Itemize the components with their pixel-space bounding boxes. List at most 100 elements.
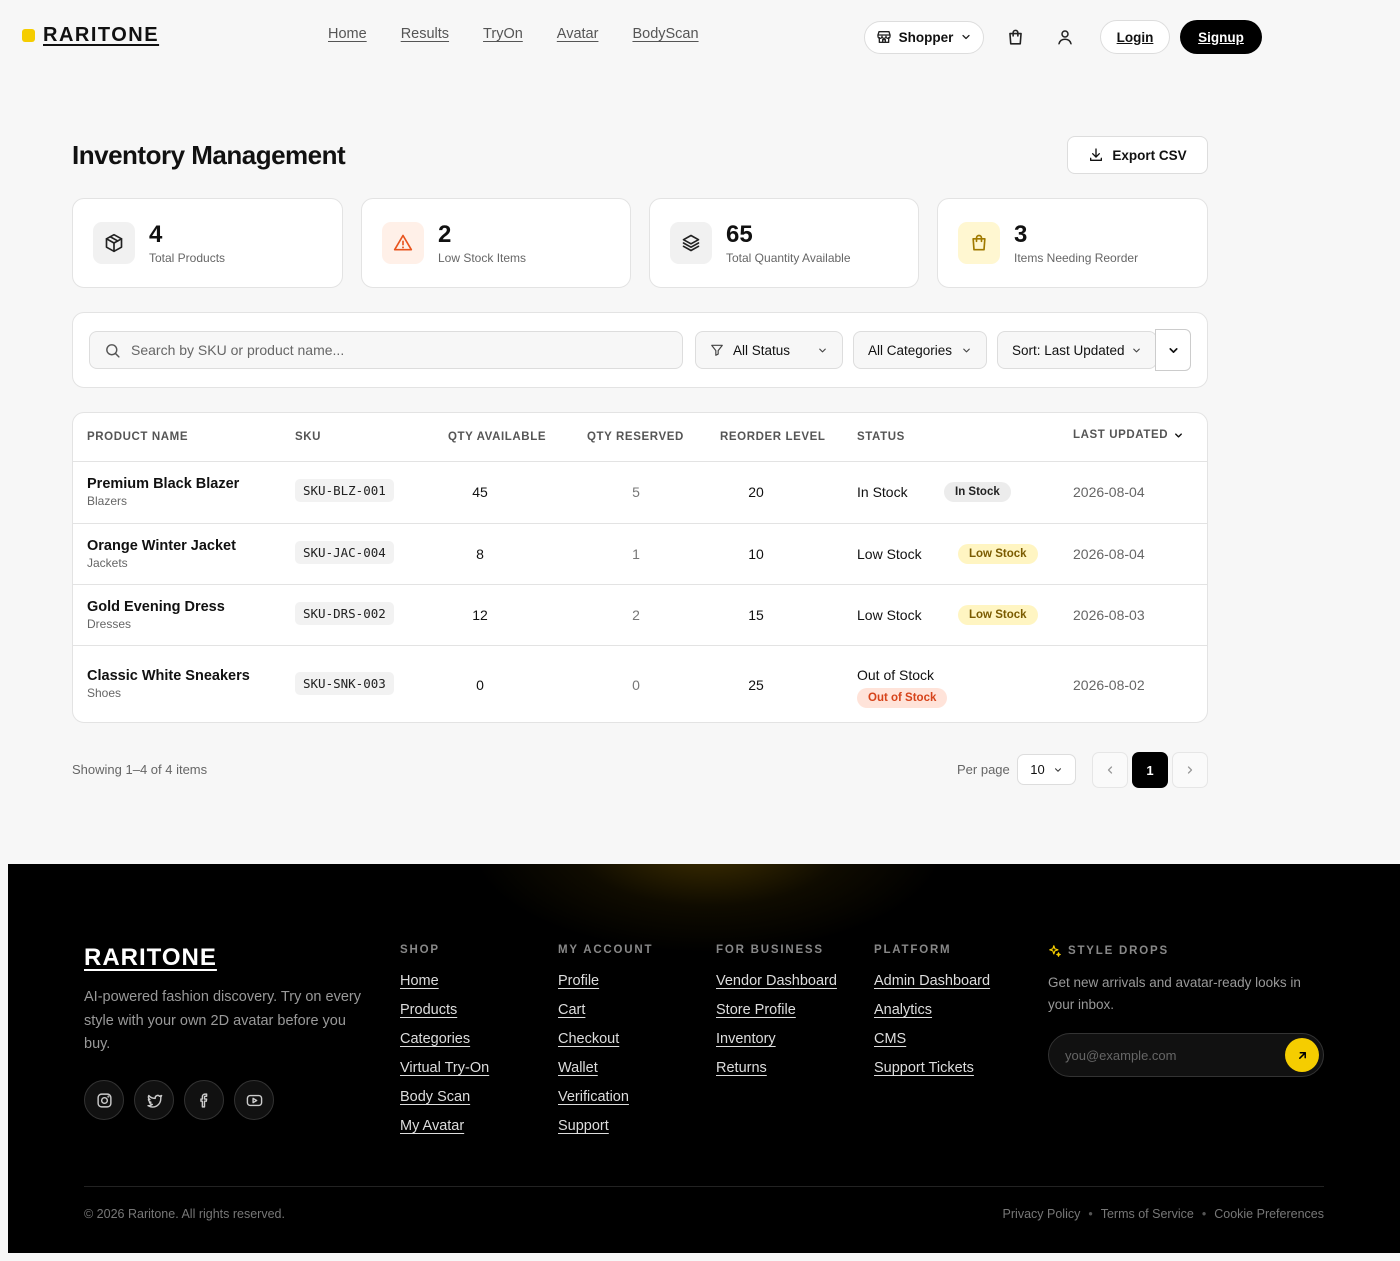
nav-avatar[interactable]: Avatar — [557, 26, 599, 42]
instagram-link[interactable] — [84, 1080, 124, 1120]
newsletter-title: STYLE DROPS — [1068, 945, 1169, 957]
legal-links: Privacy Policy • Terms of Service • Cook… — [1003, 1207, 1324, 1221]
brand-name[interactable]: RARITONE — [43, 24, 159, 47]
footer-link-store-profile[interactable]: Store Profile — [716, 1001, 837, 1019]
separator-dot: • — [1088, 1207, 1093, 1221]
sku-code: SKU-JAC-004 — [295, 541, 394, 564]
qty-available: 12 — [472, 607, 488, 623]
col-header-status[interactable]: STATUS — [857, 413, 905, 462]
status-filter-value: All Status — [733, 342, 791, 358]
status-filter-select[interactable]: All Status — [695, 331, 843, 369]
account-button[interactable] — [1047, 19, 1083, 55]
signup-button[interactable]: Signup — [1180, 20, 1262, 54]
facebook-icon — [196, 1092, 213, 1109]
table-row[interactable]: Orange Winter Jacket Jackets SKU-JAC-004… — [73, 523, 1207, 584]
qty-reserved: 0 — [632, 677, 640, 693]
footer-link-support[interactable]: Support — [558, 1117, 653, 1135]
footer-link-categories[interactable]: Categories — [400, 1030, 489, 1048]
footer-link-inventory[interactable]: Inventory — [716, 1030, 837, 1048]
footer-link-checkout[interactable]: Checkout — [558, 1030, 653, 1048]
product-category: Dresses — [87, 617, 132, 631]
arrow-up-right-icon — [1296, 1049, 1309, 1062]
col-header-product-name[interactable]: PRODUCT NAME — [87, 413, 188, 462]
product-category: Blazers — [87, 494, 128, 508]
footer-col-platform: PLATFORM Admin Dashboard Analytics CMS S… — [874, 944, 990, 1088]
privacy-policy-link[interactable]: Privacy Policy — [1003, 1207, 1081, 1221]
reorder-level: 10 — [748, 546, 764, 562]
footer-link-cart[interactable]: Cart — [558, 1001, 653, 1019]
cart-button[interactable] — [997, 19, 1033, 55]
table-row[interactable]: Premium Black Blazer Blazers SKU-BLZ-001… — [73, 462, 1207, 523]
col-header-reorder-level[interactable]: REORDER LEVEL — [720, 413, 826, 462]
footer-col-shop: SHOP Home Products Categories Virtual Tr… — [400, 944, 489, 1146]
chevron-down-icon — [1167, 344, 1180, 357]
chevron-down-icon — [1053, 765, 1063, 775]
qty-available: 8 — [476, 546, 484, 562]
facebook-link[interactable] — [184, 1080, 224, 1120]
twitter-link[interactable] — [134, 1080, 174, 1120]
footer-link-admin-dashboard[interactable]: Admin Dashboard — [874, 972, 990, 990]
nav-home[interactable]: Home — [328, 26, 367, 42]
footer-link-body-scan[interactable]: Body Scan — [400, 1088, 489, 1106]
footer-link-my-avatar[interactable]: My Avatar — [400, 1117, 489, 1135]
twitter-icon — [146, 1092, 163, 1109]
status-text: Low Stock — [857, 546, 922, 562]
footer-link-support-tickets[interactable]: Support Tickets — [874, 1059, 990, 1077]
youtube-link[interactable] — [234, 1080, 274, 1120]
product-name[interactable]: Classic White Sneakers — [87, 668, 250, 684]
login-button[interactable]: Login — [1100, 20, 1170, 54]
product-name[interactable]: Gold Evening Dress — [87, 599, 225, 615]
footer-col-title: SHOP — [400, 944, 440, 956]
per-page-select[interactable]: 10 — [1017, 754, 1076, 785]
footer-link-vendor-dashboard[interactable]: Vendor Dashboard — [716, 972, 837, 990]
footer-link-products[interactable]: Products — [400, 1001, 489, 1019]
product-name[interactable]: Orange Winter Jacket — [87, 538, 236, 554]
alert-triangle-icon — [382, 222, 424, 264]
filter-bar: All Status All Categories Sort: Last Upd… — [72, 312, 1208, 388]
search-input[interactable] — [131, 342, 651, 358]
newsletter-submit-button[interactable] — [1285, 1038, 1319, 1072]
nav-bodyscan[interactable]: BodyScan — [632, 26, 698, 42]
nav-tryon[interactable]: TryOn — [483, 26, 523, 42]
social-links — [84, 1080, 274, 1120]
footer-link-verification[interactable]: Verification — [558, 1088, 653, 1106]
col-header-label: LAST UPDATED — [1073, 429, 1169, 441]
sort-direction-button[interactable] — [1155, 329, 1191, 371]
footer-link-wallet[interactable]: Wallet — [558, 1059, 653, 1077]
footer-link-returns[interactable]: Returns — [716, 1059, 837, 1077]
inventory-table: PRODUCT NAME SKU QTY AVAILABLE QTY RESER… — [72, 412, 1208, 723]
footer-brand[interactable]: RARITONE — [84, 944, 217, 972]
col-header-qty-available[interactable]: QTY AVAILABLE — [448, 413, 546, 462]
footer-link-profile[interactable]: Profile — [558, 972, 653, 990]
table-row[interactable]: Classic White Sneakers Shoes SKU-SNK-003… — [73, 645, 1207, 722]
product-name[interactable]: Premium Black Blazer — [87, 476, 239, 492]
newsletter-email-input[interactable] — [1065, 1047, 1265, 1063]
role-switcher-button[interactable]: Shopper — [864, 20, 984, 54]
footer-divider — [84, 1186, 1324, 1187]
export-csv-button[interactable]: Export CSV — [1067, 136, 1208, 174]
footer-link-cms[interactable]: CMS — [874, 1030, 990, 1048]
footer-link-home[interactable]: Home — [400, 972, 489, 990]
stats-row: 4 Total Products 2 Low Stock Items 65 To… — [72, 198, 1208, 288]
category-filter-select[interactable]: All Categories — [853, 331, 987, 369]
table-row[interactable]: Gold Evening Dress Dresses SKU-DRS-002 1… — [73, 584, 1207, 645]
col-header-qty-reserved[interactable]: QTY RESERVED — [587, 413, 684, 462]
reorder-level: 20 — [748, 484, 764, 500]
terms-of-service-link[interactable]: Terms of Service — [1101, 1207, 1194, 1221]
category-filter-value: All Categories — [868, 342, 953, 358]
col-header-sku[interactable]: SKU — [295, 413, 321, 462]
sort-value: Sort: Last Updated — [1012, 342, 1125, 358]
chevron-down-icon — [817, 345, 828, 356]
next-page-button[interactable] — [1172, 752, 1208, 788]
user-icon — [1056, 28, 1074, 46]
footer-link-analytics[interactable]: Analytics — [874, 1001, 990, 1019]
footer-link-virtual-try-on[interactable]: Virtual Try-On — [400, 1059, 489, 1077]
col-header-last-updated[interactable]: LAST UPDATED — [1073, 413, 1184, 460]
sort-select[interactable]: Sort: Last Updated — [997, 331, 1157, 369]
brand-logo[interactable]: RARITONE — [22, 24, 159, 47]
cookie-preferences-link[interactable]: Cookie Preferences — [1214, 1207, 1324, 1221]
page-button-current[interactable]: 1 — [1132, 752, 1168, 788]
prev-page-button[interactable] — [1092, 752, 1128, 788]
per-page-label: Per page — [957, 762, 1010, 777]
nav-results[interactable]: Results — [401, 26, 449, 42]
